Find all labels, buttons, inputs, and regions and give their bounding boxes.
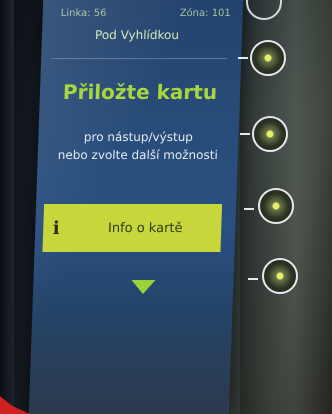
info-icon: i: [52, 217, 61, 239]
side-button-5[interactable]: [262, 258, 298, 294]
divider: [51, 58, 228, 59]
card-info-button[interactable]: i Info o kartě: [42, 204, 223, 252]
prompt-subtitle-line1: pro nástup/výstup: [83, 130, 194, 144]
button-tick-icon: [238, 57, 248, 59]
side-button-2[interactable]: [250, 40, 286, 76]
side-button-4[interactable]: [258, 188, 294, 224]
device-bezel: [0, 0, 14, 414]
zone-label: Zóna: 101: [179, 8, 231, 19]
button-tick-icon: [248, 278, 258, 280]
prompt-title: Přiložte kartu: [62, 80, 218, 104]
scroll-down-arrow-icon[interactable]: [130, 280, 156, 294]
line-number: Linka: 56: [60, 8, 107, 19]
prompt-subtitle-line2: nebo zvolte další možnosti: [57, 148, 219, 162]
status-header: Linka: 56 Zóna: 101: [61, 8, 231, 20]
stop-name: Pod Vyhlídkou: [94, 28, 180, 42]
kiosk-screen: Linka: 56 Zóna: 101 Pod Vyhlídkou Přilož…: [28, 0, 244, 414]
button-tick-icon: [240, 133, 250, 135]
card-info-label: Info o kartě: [107, 220, 183, 236]
side-button-3[interactable]: [252, 116, 288, 152]
button-tick-icon: [244, 208, 254, 210]
